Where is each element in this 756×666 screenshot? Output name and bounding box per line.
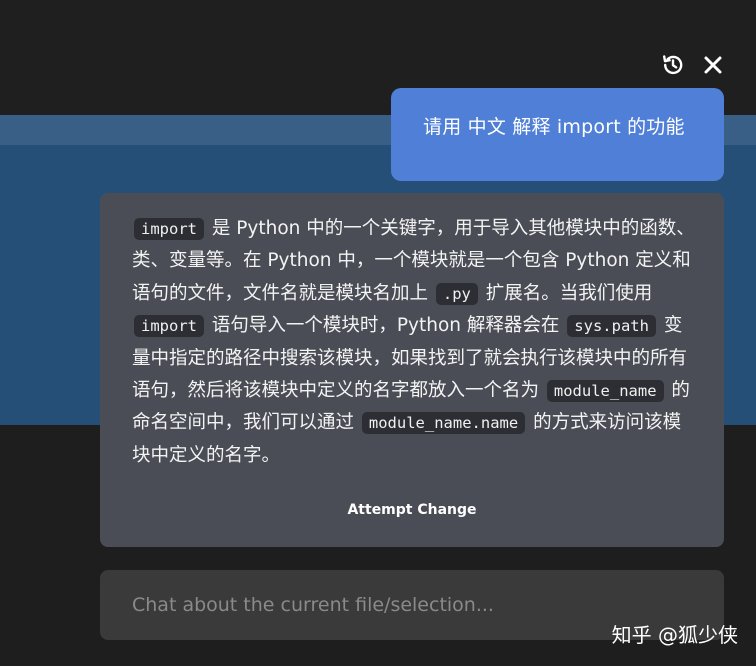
history-icon[interactable] — [660, 52, 686, 78]
inline-code: sys.path — [567, 315, 656, 338]
inline-code: .py — [435, 282, 478, 305]
assistant-message-text: import 是 Python 中的一个关键字，用于导入其他模块中的函数、类、变… — [132, 213, 696, 472]
watermark-text: 知乎 @狐少侠 — [611, 623, 738, 647]
inline-code: import — [134, 315, 204, 338]
assistant-message-panel: import 是 Python 中的一个关键字，用于导入其他模块中的函数、类、变… — [100, 193, 724, 547]
inline-code: module_name — [546, 380, 664, 403]
attempt-change-button[interactable]: Attempt Change — [100, 502, 724, 518]
watermark: 知乎 @狐少侠 — [612, 619, 738, 648]
inline-code: module_name.name — [361, 412, 526, 435]
inline-code: import — [134, 218, 204, 240]
chat-window: 请用 中文 解释 import 的功能 import 是 Python 中的一个… — [0, 0, 756, 666]
answer-text-segment: 语句导入一个模块时，Python 解释器会在 — [206, 315, 566, 337]
user-message-text: 请用 中文 解释 import 的功能 — [423, 116, 685, 138]
answer-text-segment: 扩展名。当我们使用 — [479, 282, 653, 304]
user-message-bubble: 请用 中文 解释 import 的功能 — [391, 88, 724, 181]
close-icon[interactable] — [700, 52, 726, 78]
chat-header-actions — [660, 52, 726, 78]
